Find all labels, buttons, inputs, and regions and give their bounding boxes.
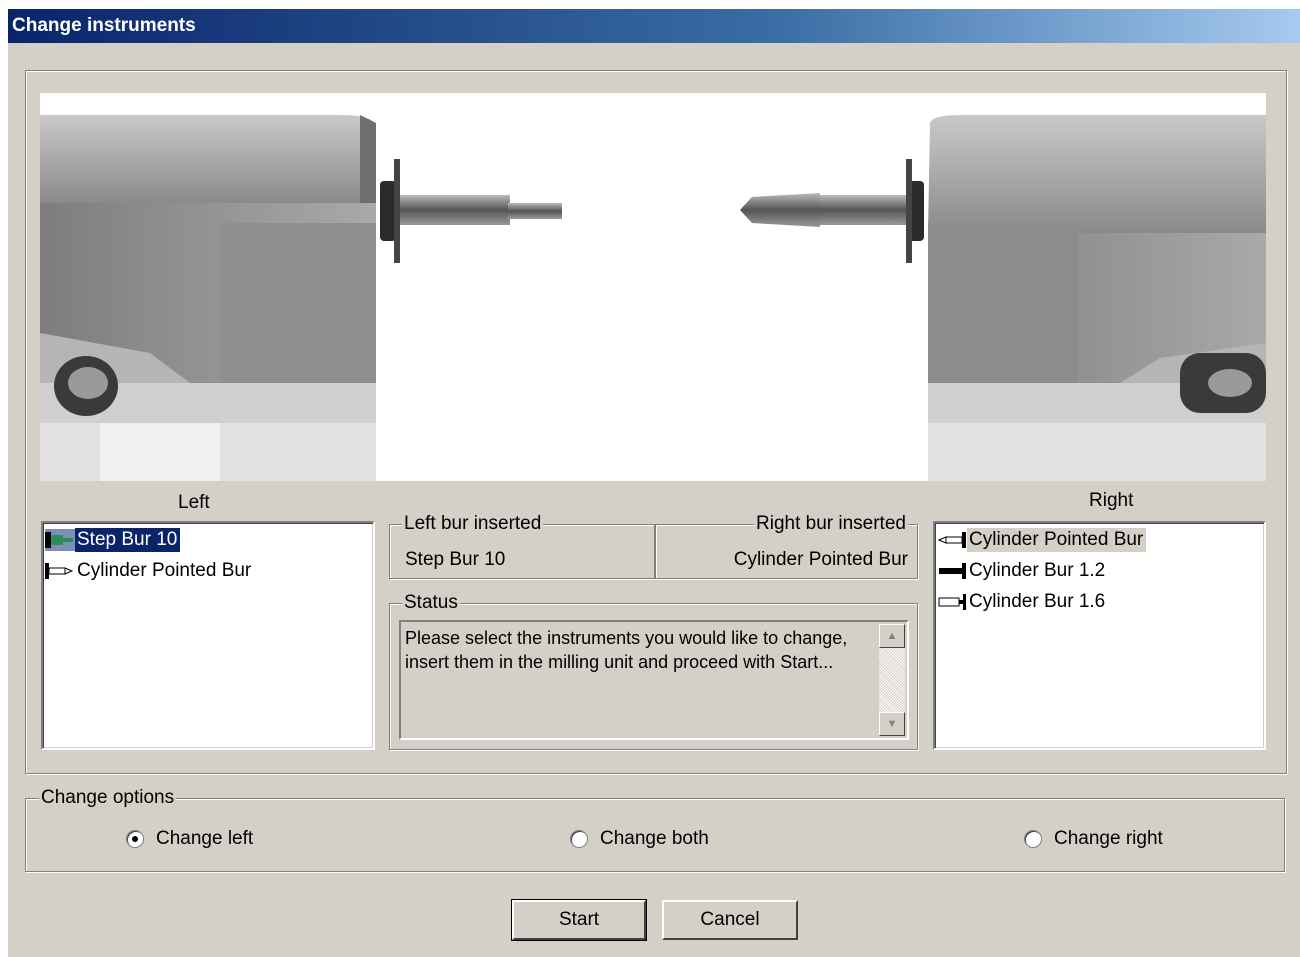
- status-message: Please select the instruments you would …: [405, 628, 848, 672]
- cylinder-bur-icon: [937, 560, 967, 582]
- arrow-down-icon: ▼: [886, 718, 898, 730]
- scroll-down-button[interactable]: ▼: [879, 712, 905, 736]
- start-button[interactable]: Start: [511, 899, 647, 941]
- right-list-label: Right: [1089, 490, 1134, 511]
- change-both-radio[interactable]: Change both: [570, 828, 709, 850]
- change-right-radio[interactable]: Change right: [1024, 828, 1163, 850]
- arrow-up-icon: ▲: [886, 630, 898, 642]
- title-bar[interactable]: Change instruments: [8, 9, 1300, 43]
- list-item[interactable]: Cylinder Pointed Bur: [45, 558, 254, 584]
- right-bur-inserted-label: Right bur inserted: [754, 513, 908, 535]
- left-bur-inserted-label: Left bur inserted: [402, 513, 544, 535]
- step-bur-icon: [45, 529, 75, 551]
- cylinder-pointed-bur-icon: [45, 560, 75, 582]
- change-options-label: Change options: [39, 787, 177, 809]
- cancel-button[interactable]: Cancel: [662, 900, 798, 940]
- left-instrument-list[interactable]: Step Bur 10 Cylinder Pointed Bur: [41, 521, 375, 750]
- left-bur-inserted-value: Step Bur 10: [405, 549, 506, 570]
- radio-selected-dot: [132, 836, 138, 842]
- scroll-up-button[interactable]: ▲: [879, 624, 905, 648]
- window-title: Change instruments: [12, 15, 196, 36]
- left-list-label: Left: [178, 492, 210, 513]
- milling-unit-image: [40, 93, 1266, 481]
- change-instruments-dialog: Change instruments Left Step Bur 10 Cyli…: [8, 9, 1300, 957]
- list-item[interactable]: Step Bur 10: [45, 527, 181, 553]
- right-bur-inserted-value: Cylinder Pointed Bur: [733, 549, 908, 570]
- right-instrument-list[interactable]: Cylinder Pointed Bur Cylinder Bur 1.2 Cy…: [933, 521, 1266, 750]
- change-left-label: Change left: [156, 828, 254, 849]
- cylinder-pointed-bur-icon: [937, 529, 967, 551]
- status-label: Status: [402, 592, 460, 614]
- list-item[interactable]: Cylinder Bur 1.6: [937, 589, 1108, 615]
- change-both-label: Change both: [600, 828, 709, 849]
- change-left-radio[interactable]: Change left: [126, 828, 253, 850]
- list-item[interactable]: Cylinder Pointed Bur: [937, 527, 1147, 553]
- cylinder-bur-icon: [937, 591, 967, 613]
- list-item[interactable]: Cylinder Bur 1.2: [937, 558, 1108, 584]
- status-textarea[interactable]: Please select the instruments you would …: [399, 620, 909, 740]
- change-right-label: Change right: [1054, 828, 1163, 849]
- status-scrollbar[interactable]: ▲ ▼: [879, 624, 905, 736]
